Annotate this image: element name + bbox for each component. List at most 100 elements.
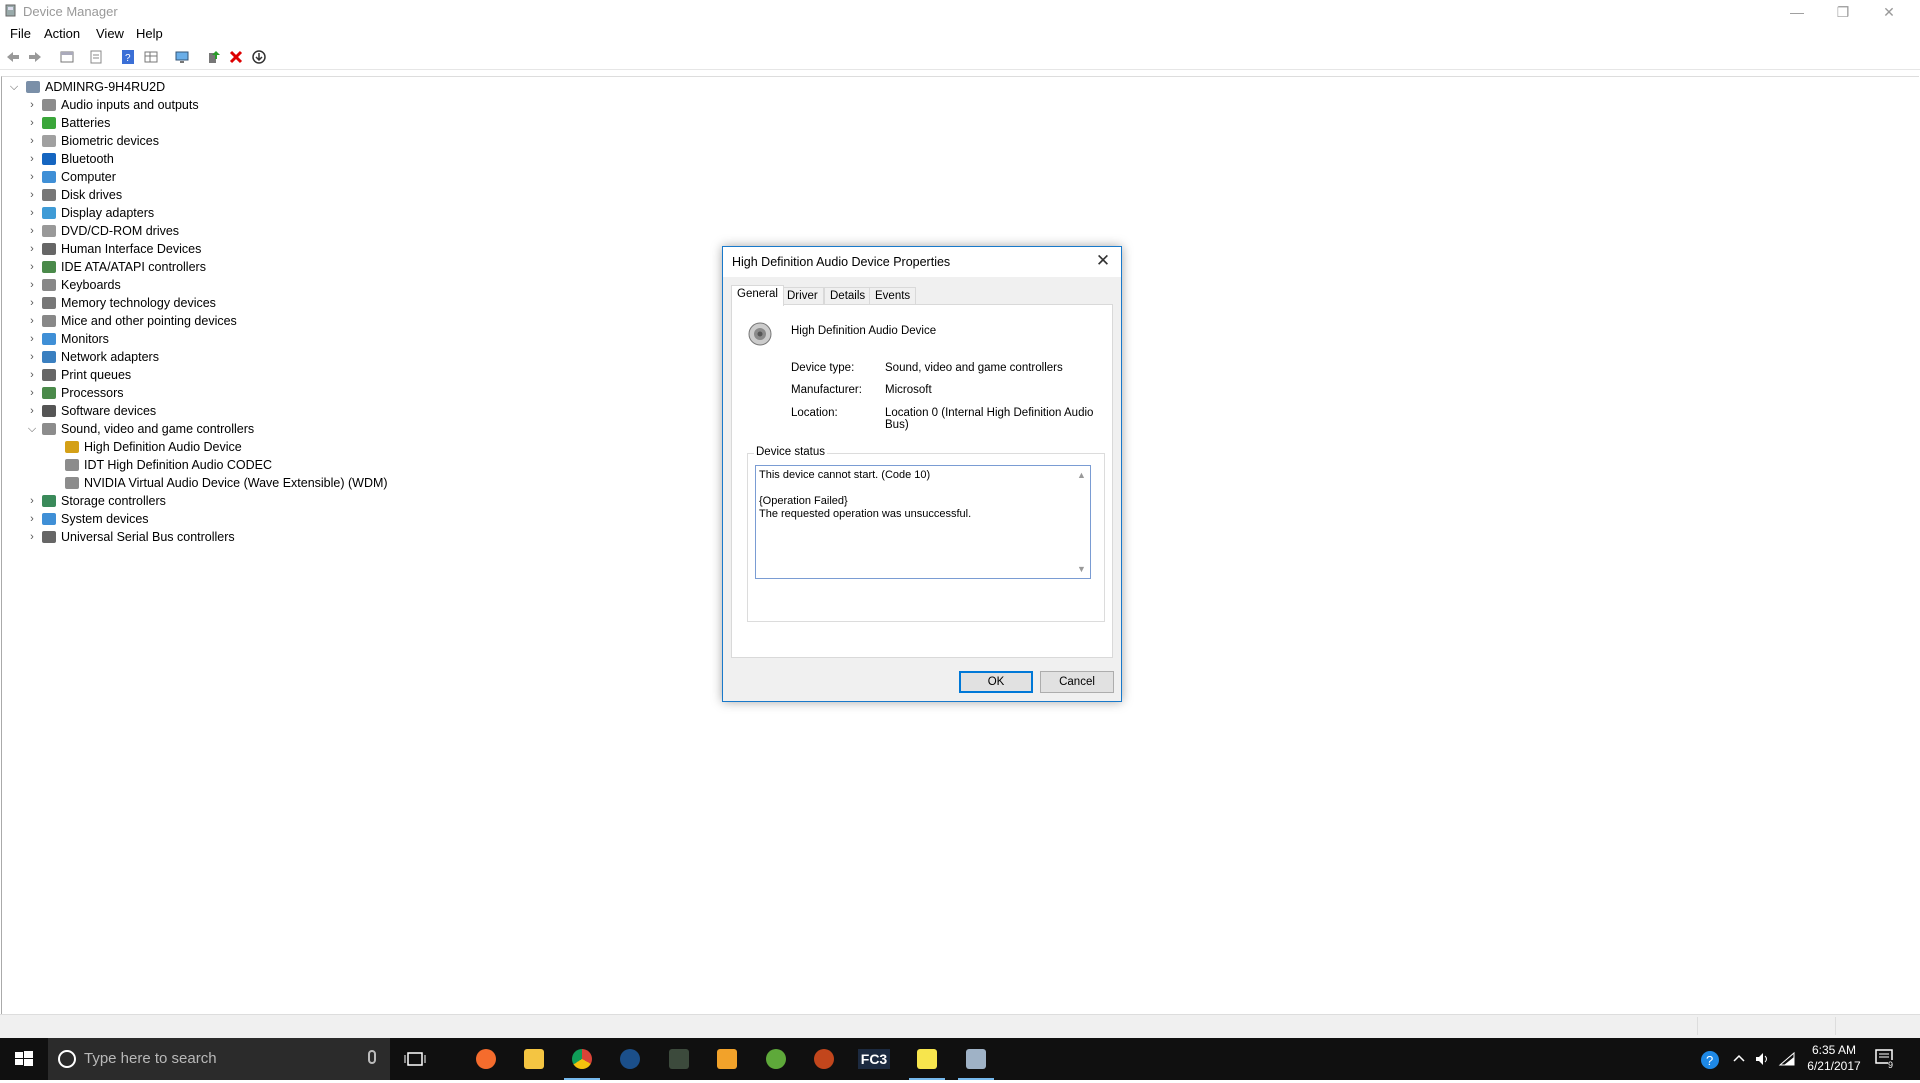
window-title: Device Manager — [23, 4, 118, 19]
ok-button[interactable]: OK — [959, 671, 1033, 693]
volume-icon[interactable] — [1754, 1051, 1772, 1067]
forward-arrow-icon[interactable] — [27, 49, 43, 65]
menu-action[interactable]: Action — [44, 26, 80, 41]
chevron-right-icon[interactable]: › — [26, 384, 38, 402]
close-button[interactable]: ✕ — [1866, 0, 1912, 24]
tree-item-label: Print queues — [61, 368, 132, 382]
scroll-down-icon[interactable]: ▼ — [1077, 564, 1086, 574]
chevron-right-icon[interactable]: › — [26, 510, 38, 528]
back-arrow-icon[interactable] — [5, 49, 21, 65]
chevron-right-icon[interactable]: › — [26, 204, 38, 222]
status-segment — [1697, 1017, 1698, 1035]
task-view-button[interactable] — [391, 1038, 439, 1080]
taskbar-app-game[interactable] — [655, 1038, 703, 1080]
help-tray-icon[interactable]: ? — [1700, 1050, 1720, 1070]
taskbar-app-media[interactable] — [703, 1038, 751, 1080]
utorrent-icon — [766, 1049, 786, 1069]
tab-events[interactable]: Events — [869, 287, 917, 305]
status-bar — [0, 1014, 1920, 1039]
chevron-right-icon[interactable]: › — [26, 294, 38, 312]
taskbar-app-origin[interactable] — [462, 1038, 510, 1080]
windows-logo-icon — [15, 1051, 33, 1066]
action-center-button[interactable]: 9 — [1874, 1048, 1898, 1070]
chevron-right-icon[interactable]: › — [26, 222, 38, 240]
status-segment — [1835, 1017, 1836, 1035]
wifi-icon[interactable] — [1778, 1051, 1796, 1067]
enable-device-icon[interactable] — [251, 49, 267, 65]
cancel-button[interactable]: Cancel — [1040, 671, 1114, 693]
chevron-down-icon[interactable]: ⌵ — [8, 78, 20, 96]
status-scrollbar[interactable]: ▲ ▼ — [1074, 466, 1090, 578]
search-box[interactable]: Type here to search — [48, 1038, 390, 1080]
chevron-right-icon[interactable]: › — [26, 492, 38, 510]
chevron-right-icon[interactable]: › — [26, 114, 38, 132]
file-explorer-icon — [524, 1049, 544, 1069]
taskbar-app-explorer[interactable] — [510, 1038, 558, 1080]
chevron-right-icon[interactable]: › — [26, 186, 38, 204]
scroll-up-icon[interactable]: ▲ — [1077, 470, 1086, 480]
taskbar-app-steam[interactable] — [606, 1038, 654, 1080]
scan-hardware-icon[interactable] — [174, 49, 190, 65]
chevron-right-icon[interactable]: › — [26, 366, 38, 384]
device-status-textbox[interactable]: This device cannot start. (Code 10) {Ope… — [755, 465, 1091, 579]
start-button[interactable] — [0, 1038, 48, 1080]
chevron-right-icon[interactable]: › — [26, 402, 38, 420]
chevron-right-icon[interactable]: › — [26, 276, 38, 294]
chevron-right-icon[interactable]: › — [26, 312, 38, 330]
warning-speaker-icon — [65, 441, 79, 453]
tree-item-label: Bluetooth — [61, 152, 114, 166]
taskbar-app-utorrent[interactable] — [752, 1038, 800, 1080]
update-driver-icon[interactable] — [206, 49, 222, 65]
help-icon[interactable]: ? — [120, 49, 136, 65]
tab-details[interactable]: Details — [824, 287, 872, 305]
tree-item-label: Universal Serial Bus controllers — [61, 530, 235, 544]
tree-item-label: Memory technology devices — [61, 296, 216, 310]
memory-icon — [42, 297, 56, 309]
menu-file[interactable]: File — [10, 26, 31, 41]
chevron-down-icon[interactable]: ⌵ — [26, 420, 38, 438]
clock[interactable]: 6:35 AM 6/21/2017 — [1798, 1042, 1870, 1074]
battery-icon — [42, 117, 56, 129]
chevron-right-icon[interactable]: › — [26, 150, 38, 168]
tab-general[interactable]: General — [731, 285, 784, 306]
hid-icon — [42, 243, 56, 255]
software-icon — [42, 405, 56, 417]
properties-icon[interactable] — [88, 49, 104, 65]
media-player-icon — [717, 1049, 737, 1069]
chevron-right-icon[interactable]: › — [26, 96, 38, 114]
chevron-right-icon[interactable]: › — [26, 168, 38, 186]
tree-view-icon[interactable] — [59, 49, 75, 65]
chevron-right-icon[interactable]: › — [26, 258, 38, 276]
tree-item-label: Display adapters — [61, 206, 155, 220]
restore-button[interactable]: ❐ — [1820, 0, 1866, 24]
menu-view[interactable]: View — [96, 26, 124, 41]
tree-item-label: Processors — [61, 386, 124, 400]
taskbar-app-fc3[interactable]: FC3 — [850, 1038, 898, 1080]
title-bar: Device Manager — ❐ ✕ — [0, 0, 1920, 24]
tab-driver[interactable]: Driver — [781, 287, 824, 305]
fingerprint-icon — [42, 135, 56, 147]
taskbar-app-sticky-notes[interactable] — [903, 1038, 951, 1080]
minimize-button[interactable]: — — [1774, 0, 1820, 24]
taskbar-app-game2[interactable] — [800, 1038, 848, 1080]
general-panel: High Definition Audio Device Device type… — [731, 304, 1113, 658]
manufacturer-value: Microsoft — [885, 384, 932, 396]
microphone-icon[interactable] — [368, 1050, 376, 1064]
speaker-icon — [42, 99, 56, 111]
menu-help[interactable]: Help — [136, 26, 163, 41]
dialog-close-icon[interactable]: ✕ — [1091, 249, 1115, 273]
chevron-right-icon[interactable]: › — [26, 348, 38, 366]
chevron-up-icon[interactable] — [1732, 1052, 1746, 1066]
chevron-right-icon[interactable]: › — [26, 330, 38, 348]
chevron-right-icon[interactable]: › — [26, 528, 38, 546]
view-resources-icon[interactable] — [143, 49, 159, 65]
chevron-right-icon[interactable]: › — [26, 132, 38, 150]
properties-dialog: High Definition Audio Device Properties … — [722, 246, 1122, 702]
uninstall-icon[interactable] — [228, 49, 244, 65]
steam-icon — [620, 1049, 640, 1069]
chevron-right-icon[interactable]: › — [26, 240, 38, 258]
usb-icon — [42, 531, 56, 543]
computer-icon — [42, 171, 56, 183]
taskbar-app-chrome[interactable] — [558, 1038, 606, 1080]
taskbar-app-device-manager[interactable] — [952, 1038, 1000, 1080]
